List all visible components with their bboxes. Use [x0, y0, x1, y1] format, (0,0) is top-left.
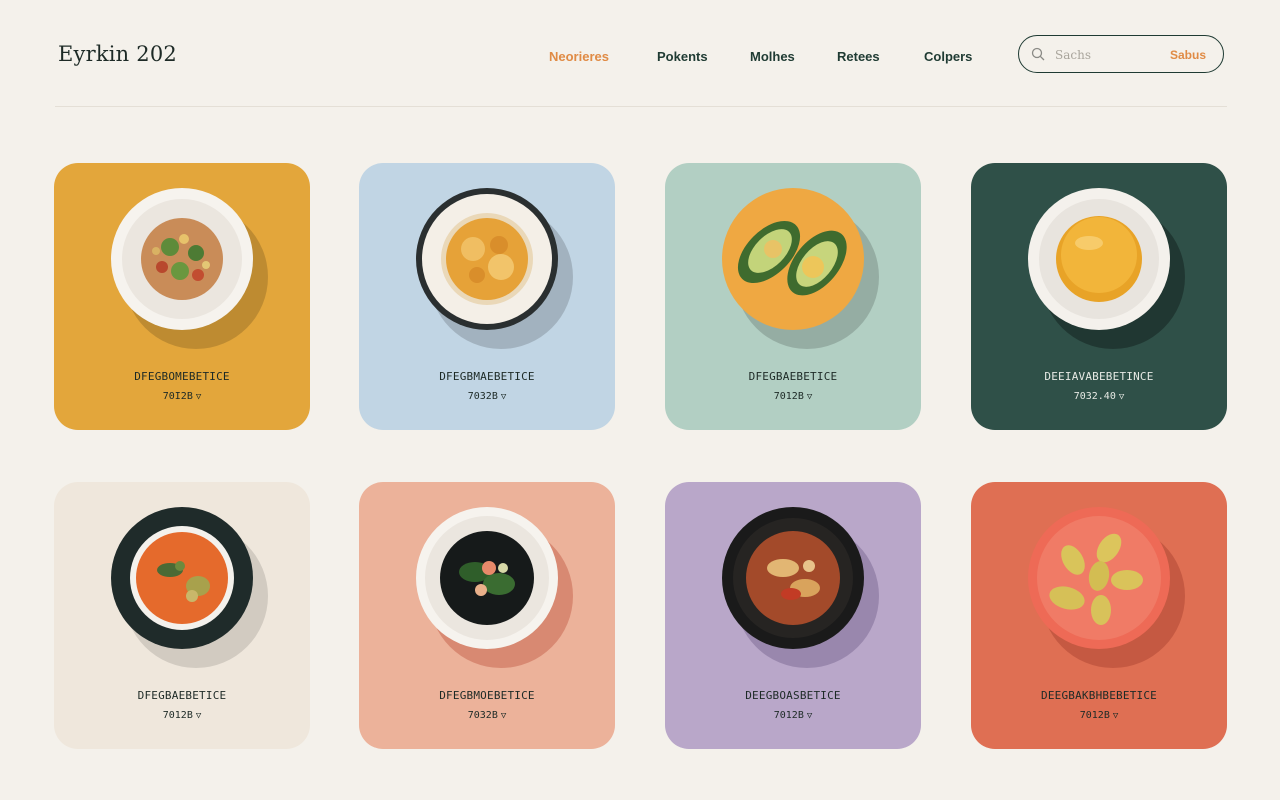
chevron-down-icon[interactable]: ▽	[501, 392, 506, 402]
card-price: 7012B ▽	[773, 710, 813, 721]
search-box: Sabus	[1018, 35, 1224, 73]
grain-salad-image	[111, 188, 253, 330]
card-title: DFEGBAEBETICE	[137, 689, 227, 702]
card-title: DFEGBMOEBETICE	[439, 689, 535, 702]
card-title: DEEGBOASBETICE	[745, 689, 841, 702]
product-card-1[interactable]: DFEGBOMEBETICE 70I2B ▽	[54, 163, 310, 430]
product-card-2[interactable]: DFEGBMAEBETICE 7032B ▽	[359, 163, 615, 430]
chevron-down-icon[interactable]: ▽	[1119, 392, 1124, 402]
card-price: 7012B ▽	[1079, 710, 1119, 721]
chevron-down-icon[interactable]: ▽	[807, 711, 812, 721]
card-title: DEEGBAKBHBEBETICE	[1041, 689, 1157, 702]
card-title: DFEGBAEBETICE	[748, 370, 838, 383]
card-price: 7032B ▽	[467, 391, 507, 402]
product-card-7[interactable]: DEEGBOASBETICE 7012B ▽	[665, 482, 921, 749]
product-card-8[interactable]: DEEGBAKBHBEBETICE 7012B ▽	[971, 482, 1227, 749]
product-card-5[interactable]: DFEGBAEBETICE 7012B ▽	[54, 482, 310, 749]
chevron-down-icon[interactable]: ▽	[196, 392, 201, 402]
chevron-down-icon[interactable]: ▽	[807, 392, 812, 402]
chevron-down-icon[interactable]: ▽	[196, 711, 201, 721]
roasted-stew-image	[722, 507, 864, 649]
card-price: 70I2B ▽	[162, 391, 202, 402]
avocado-halves-image	[722, 188, 864, 330]
nav-item-molhes[interactable]: Molhes	[750, 49, 795, 64]
nav-item-neorieres[interactable]: Neorieres	[549, 49, 609, 64]
greens-bowl-image	[416, 507, 558, 649]
baby-potatoes-image	[1028, 507, 1170, 649]
card-price: 7012B ▽	[773, 391, 813, 402]
card-price: 7032B ▽	[467, 710, 507, 721]
card-price: 7032.40 ▽	[1073, 391, 1125, 402]
nav-item-pokents[interactable]: Pokents	[657, 49, 708, 64]
product-card-6[interactable]: DFEGBMOEBETICE 7032B ▽	[359, 482, 615, 749]
search-submit-button[interactable]: Sabus	[1170, 48, 1206, 62]
product-card-3[interactable]: DFEGBAEBETICE 7012B ▽	[665, 163, 921, 430]
chevron-down-icon[interactable]: ▽	[501, 711, 506, 721]
gratin-bowl-image	[416, 188, 558, 330]
card-title: DFEGBMAEBETICE	[439, 370, 535, 383]
nav-item-colpers[interactable]: Colpers	[924, 49, 972, 64]
top-header: Eyrkin 202 Neorieres Pokents Molhes Rete…	[55, 0, 1227, 107]
tomato-curry-image	[111, 507, 253, 649]
chevron-down-icon[interactable]: ▽	[1113, 711, 1118, 721]
custard-plate-image	[1028, 188, 1170, 330]
card-price: 7012B ▽	[162, 710, 202, 721]
search-icon	[1031, 47, 1045, 61]
search-input[interactable]	[1053, 45, 1167, 65]
nav-item-retees[interactable]: Retees	[837, 49, 880, 64]
product-card-4[interactable]: DEEIAVABEBETINCE 7032.40 ▽	[971, 163, 1227, 430]
card-title: DFEGBOMEBETICE	[134, 370, 230, 383]
card-title: DEEIAVABEBETINCE	[1044, 370, 1154, 383]
